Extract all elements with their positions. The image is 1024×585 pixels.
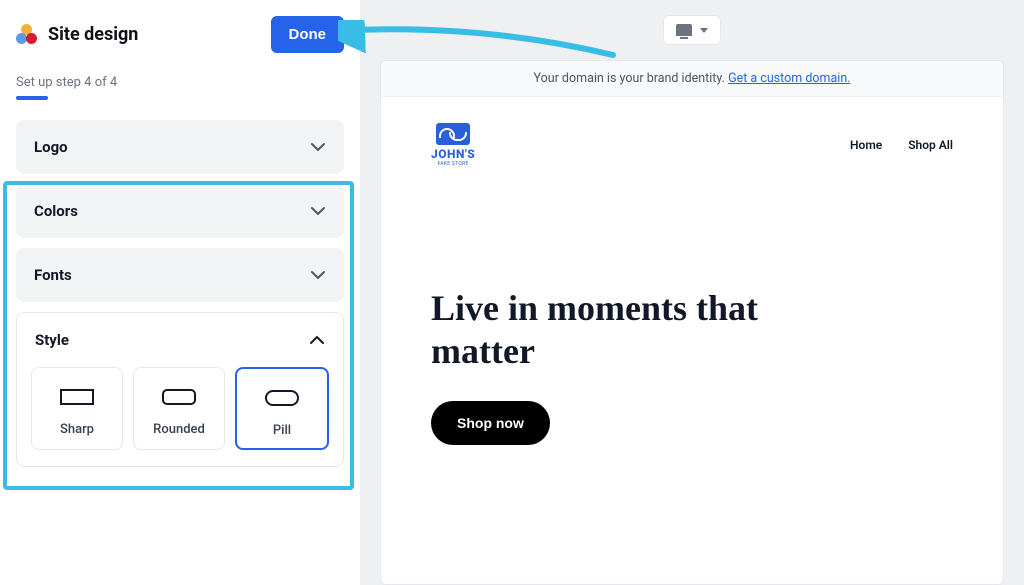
shop-now-button[interactable]: Shop now bbox=[431, 401, 550, 445]
design-accordion: Logo Colors Fonts Style bbox=[16, 120, 344, 467]
page-title: Site design bbox=[48, 24, 138, 45]
site-tagline: FAKE STORE bbox=[438, 161, 469, 167]
accordion-item-style: Style Sharp Rounded Pill bbox=[16, 312, 344, 467]
get-domain-link[interactable]: Get a custom domain. bbox=[728, 71, 850, 86]
style-name-rounded: Rounded bbox=[134, 422, 224, 437]
setup-step-text: Set up step 4 of 4 bbox=[16, 75, 344, 90]
style-preview-rounded-icon bbox=[134, 382, 224, 412]
site-logo[interactable]: JOHN'S FAKE STORE bbox=[431, 123, 475, 167]
style-option-pill[interactable]: Pill bbox=[235, 367, 329, 450]
nav-shop-all[interactable]: Shop All bbox=[908, 138, 953, 152]
style-options: Sharp Rounded Pill bbox=[17, 367, 343, 466]
accordion-item-fonts[interactable]: Fonts bbox=[16, 248, 344, 302]
done-button[interactable]: Done bbox=[271, 16, 345, 53]
style-name-pill: Pill bbox=[237, 423, 327, 438]
setup-step-wrap: Set up step 4 of 4 bbox=[16, 75, 344, 100]
style-option-sharp[interactable]: Sharp bbox=[31, 367, 123, 450]
setup-progress-fill bbox=[16, 96, 48, 100]
app-logo-icon bbox=[16, 24, 38, 46]
chevron-down-icon bbox=[310, 270, 326, 280]
nav-home[interactable]: Home bbox=[850, 138, 882, 152]
site-name: JOHN'S bbox=[431, 147, 475, 161]
site-nav: Home Shop All bbox=[850, 138, 953, 152]
chevron-up-icon bbox=[309, 335, 325, 345]
domain-banner: Your domain is your brand identity. Get … bbox=[381, 61, 1003, 97]
desktop-icon bbox=[676, 24, 692, 36]
accordion-label-logo: Logo bbox=[34, 138, 68, 156]
site-body: JOHN'S FAKE STORE Home Shop All Live in … bbox=[381, 97, 1003, 584]
caret-down-icon bbox=[700, 28, 708, 33]
preview-panel: Your domain is your brand identity. Get … bbox=[360, 0, 1024, 585]
site-preview-frame: Your domain is your brand identity. Get … bbox=[380, 60, 1004, 585]
chevron-down-icon bbox=[310, 206, 326, 216]
setup-progress-bar bbox=[16, 96, 344, 100]
viewport-bar bbox=[360, 0, 1024, 60]
style-option-rounded[interactable]: Rounded bbox=[133, 367, 225, 450]
style-name-sharp: Sharp bbox=[32, 422, 122, 437]
accordion-label-fonts: Fonts bbox=[34, 266, 72, 284]
domain-banner-text: Your domain is your brand identity. bbox=[533, 71, 728, 86]
accordion-head-style[interactable]: Style bbox=[17, 313, 343, 367]
sidebar-header: Site design Done bbox=[16, 16, 344, 69]
viewport-selector[interactable] bbox=[663, 15, 721, 45]
accordion-label-style: Style bbox=[35, 331, 69, 349]
accordion-item-colors[interactable]: Colors bbox=[16, 184, 344, 238]
style-preview-pill-icon bbox=[237, 383, 327, 413]
site-logo-icon bbox=[436, 123, 470, 145]
accordion-label-colors: Colors bbox=[34, 202, 78, 220]
style-preview-sharp-icon bbox=[32, 382, 122, 412]
design-sidebar: Site design Done Set up step 4 of 4 Logo… bbox=[0, 0, 360, 585]
accordion-item-logo[interactable]: Logo bbox=[16, 120, 344, 174]
sidebar-title-wrap: Site design bbox=[16, 24, 138, 46]
chevron-down-icon bbox=[310, 142, 326, 152]
site-header: JOHN'S FAKE STORE Home Shop All bbox=[431, 123, 953, 167]
hero-title: Live in moments that matter bbox=[431, 287, 861, 373]
